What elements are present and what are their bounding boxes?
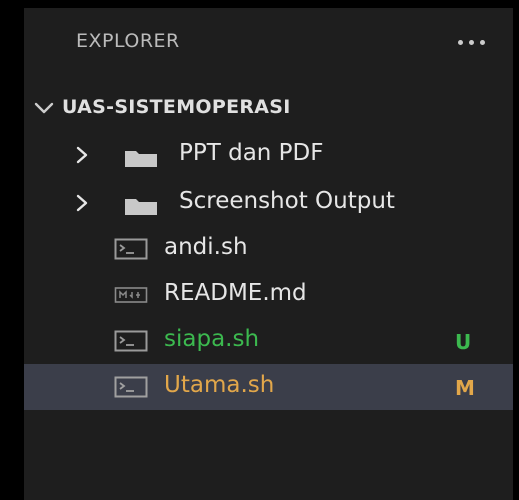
tree-item-label: andi.sh [164, 234, 248, 260]
explorer-header: EXPLORER [24, 8, 513, 80]
ellipsis-icon[interactable] [452, 26, 492, 54]
tree-item-label: siapa.sh [164, 326, 260, 352]
markdown-file-icon [114, 287, 148, 303]
tree-item-label: PPT dan PDF [179, 140, 324, 166]
tree-item-utama-sh[interactable]: Utama.sh M [24, 364, 513, 410]
chevron-down-icon [34, 102, 54, 114]
explorer-panel: EXPLORER UAS-SISTEMOPERASI PPT dan PDF S… [24, 8, 513, 500]
git-status-badge: M [455, 376, 475, 400]
tree-item-ppt-dan-pdf[interactable]: PPT dan PDF [24, 132, 513, 178]
chevron-right-icon [76, 146, 88, 164]
tree-item-siapa-sh[interactable]: siapa.sh U [24, 318, 513, 364]
terminal-file-icon [114, 376, 148, 398]
folder-icon [125, 151, 157, 167]
workspace-section-header[interactable]: UAS-SISTEMOPERASI [24, 88, 513, 128]
folder-icon [125, 199, 157, 215]
chevron-right-icon [76, 194, 88, 212]
tree-item-andi-sh[interactable]: andi.sh [24, 226, 513, 272]
workspace-name: UAS-SISTEMOPERASI [62, 96, 291, 118]
tree-item-screenshot-output[interactable]: Screenshot Output [24, 180, 513, 226]
explorer-title: EXPLORER [76, 30, 180, 52]
tree-item-label: README.md [164, 280, 307, 306]
tree-item-label: Screenshot Output [179, 188, 395, 214]
terminal-file-icon [114, 330, 148, 352]
git-status-badge: U [455, 330, 472, 354]
tree-item-readme-md[interactable]: README.md [24, 272, 513, 318]
terminal-file-icon [114, 238, 148, 260]
tree-item-label: Utama.sh [164, 372, 275, 398]
